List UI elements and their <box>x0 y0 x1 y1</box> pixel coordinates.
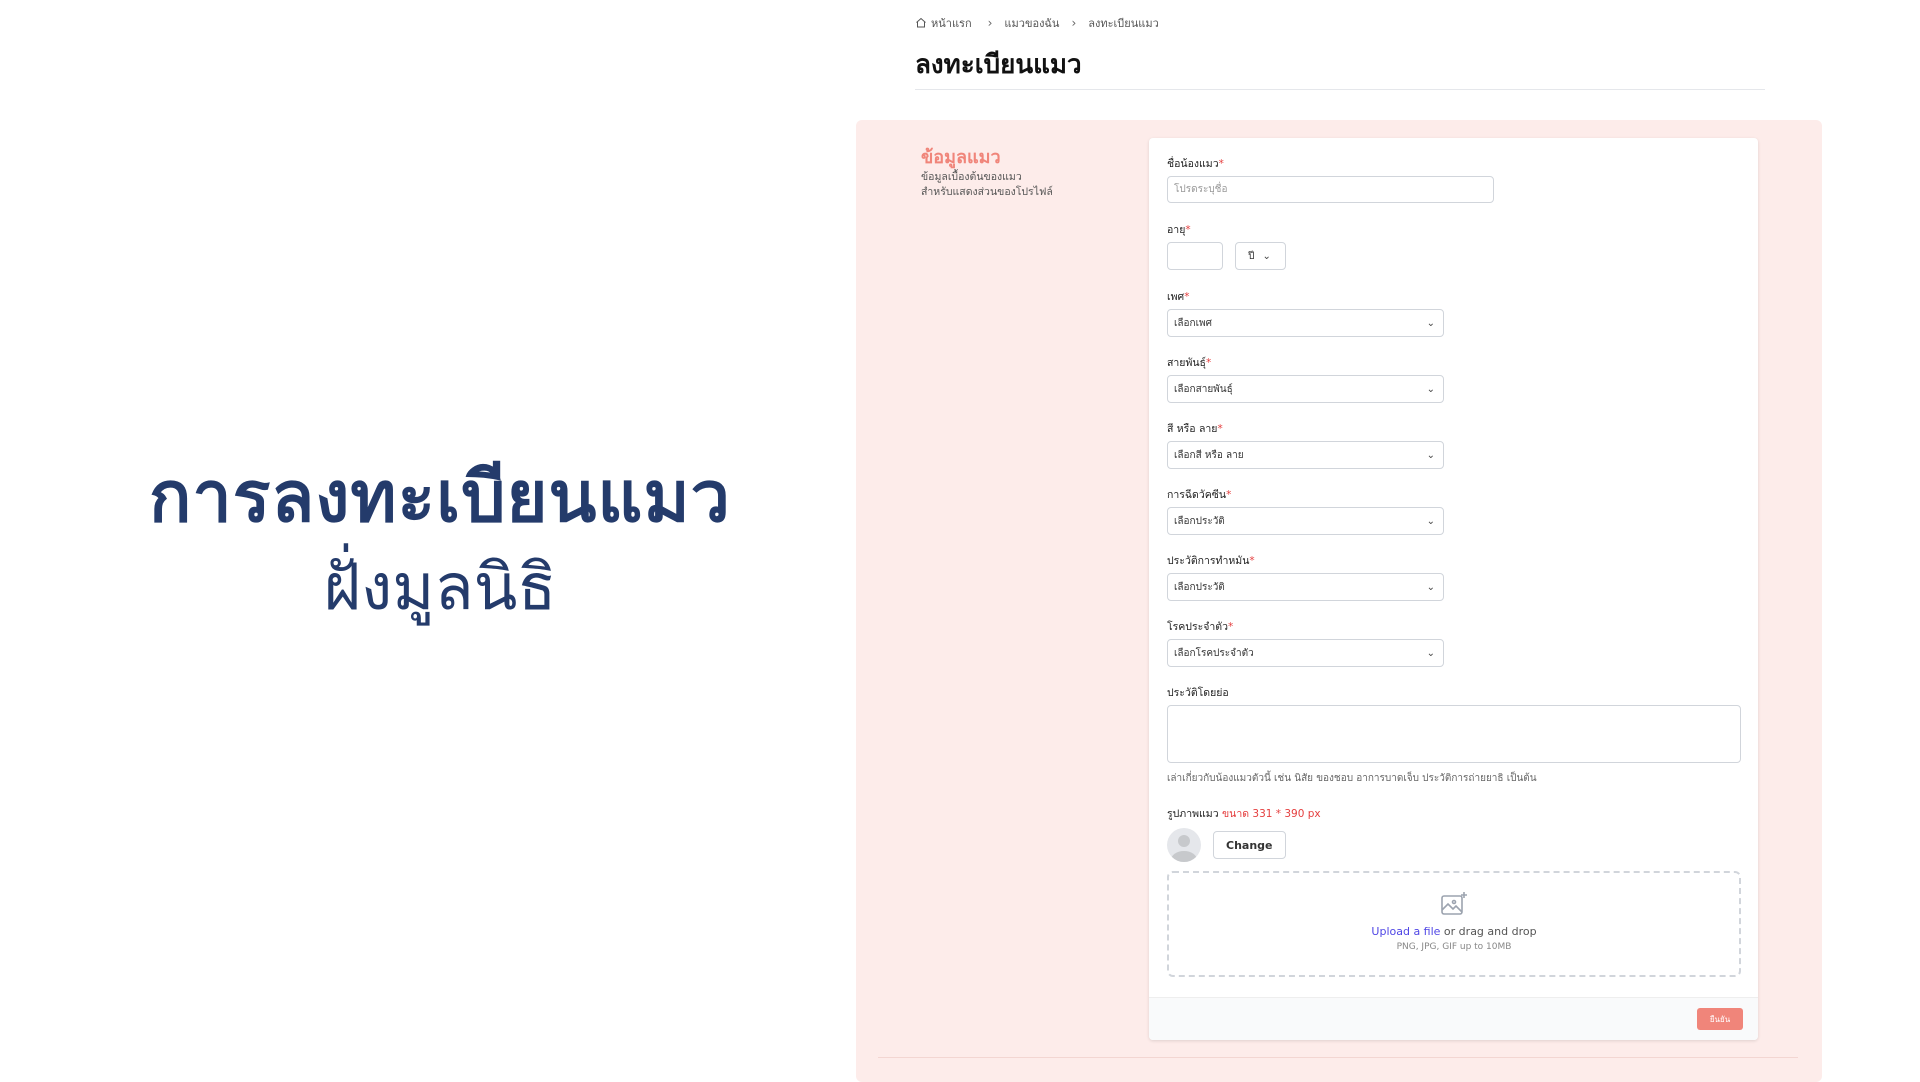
disease-select-value: เลือกโรคประจำตัว <box>1174 647 1254 659</box>
photo-label: รูปภาพแมว ขนาด 331 * 390 px <box>1167 808 1321 820</box>
chevron-down-icon: ⌄ <box>1262 250 1271 262</box>
image-upload-icon <box>1441 892 1467 915</box>
chevron-down-icon: ⌄ <box>1426 449 1435 461</box>
vaccine-select-value: เลือกประวัติ <box>1174 515 1225 527</box>
breadcrumb-home[interactable]: หน้าแรก <box>915 14 972 32</box>
breadcrumb-home-label: หน้าแรก <box>931 17 972 30</box>
form-card: ชื่อน้องแมว* โปรดระบุชื่อ อายุ* ปี ⌄ เพศ… <box>1149 138 1758 1040</box>
chevron-down-icon: ⌄ <box>1426 647 1435 659</box>
breed-select[interactable]: เลือกสายพันธุ์ ⌄ <box>1167 375 1444 403</box>
slide-title-block: การลงทะเบียนแมว ฝั่งมูลนิธิ <box>0 455 880 637</box>
chevron-right-icon: › <box>1071 16 1077 30</box>
bio-label: ประวัติโดยย่อ <box>1167 687 1229 699</box>
disease-select[interactable]: เลือกโรคประจำตัว ⌄ <box>1167 639 1444 667</box>
breed-label: สายพันธุ์* <box>1167 357 1212 369</box>
name-field-group: ชื่อน้องแมว* โปรดระบุชื่อ <box>1167 155 1494 203</box>
disease-field-group: โรคประจำตัว* เลือกโรคประจำตัว ⌄ <box>1167 618 1444 667</box>
color-field-group: สี หรือ ลาย* เลือกสี หรือ ลาย ⌄ <box>1167 420 1444 469</box>
name-label: ชื่อน้องแมว* <box>1167 158 1224 170</box>
divider <box>878 1057 1798 1058</box>
photo-field-group: รูปภาพแมว ขนาด 331 * 390 px Change <box>1167 805 1321 862</box>
form-panel: ข้อมูลแมว ข้อมูลเบื้องต้นของแมว สำหรับแส… <box>856 120 1822 1082</box>
gender-label: เพศ* <box>1167 291 1190 303</box>
chevron-down-icon: ⌄ <box>1426 317 1435 329</box>
age-field-group: อายุ* ปี ⌄ <box>1167 221 1286 270</box>
divider <box>915 89 1765 90</box>
chevron-down-icon: ⌄ <box>1426 383 1435 395</box>
page-title: ลงทะเบียนแมว <box>915 50 1082 80</box>
form-footer: ยืนยัน <box>1149 997 1758 1040</box>
bio-hint: เล่าเกี่ยวกับน้องแมวตัวนี้ เช่น นิสัย ขอ… <box>1167 773 1537 784</box>
breadcrumb-item-register[interactable]: ลงทะเบียนแมว <box>1088 14 1159 32</box>
upload-note: PNG, JPG, GIF up to 10MB <box>1396 942 1512 952</box>
submit-button[interactable]: ยืนยัน <box>1697 1008 1743 1030</box>
upload-dropzone[interactable]: Upload a file or drag and drop PNG, JPG,… <box>1167 871 1741 977</box>
chevron-down-icon: ⌄ <box>1426 515 1435 527</box>
vaccine-label: การฉีดวัคซีน* <box>1167 489 1232 501</box>
breed-select-value: เลือกสายพันธุ์ <box>1174 383 1233 395</box>
age-input[interactable] <box>1167 242 1223 270</box>
sterilization-label: ประวัติการทำหมัน* <box>1167 555 1255 567</box>
chevron-down-icon: ⌄ <box>1426 581 1435 593</box>
color-select[interactable]: เลือกสี หรือ ลาย ⌄ <box>1167 441 1444 469</box>
slide-title: การลงทะเบียนแมว <box>149 456 731 538</box>
sterilization-field-group: ประวัติการทำหมัน* เลือกประวัติ ⌄ <box>1167 552 1444 601</box>
disease-label: โรคประจำตัว* <box>1167 621 1234 633</box>
breadcrumb: หน้าแรก › แมวของฉัน › ลงทะเบียนแมว <box>915 14 1159 32</box>
avatar <box>1167 828 1201 862</box>
age-unit-value: ปี <box>1248 250 1255 262</box>
home-icon <box>916 17 926 28</box>
slide-subtitle: ฝั่งมูลนิธิ <box>323 551 557 625</box>
name-input[interactable]: โปรดระบุชื่อ <box>1167 176 1494 203</box>
breed-field-group: สายพันธุ์* เลือกสายพันธุ์ ⌄ <box>1167 354 1444 403</box>
age-label: อายุ* <box>1167 224 1191 236</box>
upload-file-link[interactable]: Upload a file <box>1371 925 1440 938</box>
vaccine-field-group: การฉีดวัคซีน* เลือกประวัติ ⌄ <box>1167 486 1444 535</box>
sterilization-select-value: เลือกประวัติ <box>1174 581 1225 593</box>
sterilization-select[interactable]: เลือกประวัติ ⌄ <box>1167 573 1444 601</box>
section-desc-line1: ข้อมูลเบื้องต้นของแมว <box>921 171 1022 183</box>
vaccine-select[interactable]: เลือกประวัติ ⌄ <box>1167 507 1444 535</box>
section-desc-line2: สำหรับแสดงส่วนของโปรไฟล์ <box>921 186 1053 198</box>
upload-text: Upload a file or drag and drop <box>1371 925 1537 938</box>
color-label: สี หรือ ลาย* <box>1167 423 1223 435</box>
bio-field-group: ประวัติโดยย่อ เล่าเกี่ยวกับน้องแมวตัวนี้… <box>1167 684 1741 786</box>
breadcrumb-item-mycats[interactable]: แมวของฉัน <box>1004 14 1059 32</box>
gender-select-value: เลือกเพศ <box>1174 317 1212 329</box>
bio-textarea[interactable] <box>1167 705 1741 763</box>
chevron-right-icon: › <box>987 16 993 30</box>
section-title: ข้อมูลแมว <box>921 147 1001 168</box>
section-description: ข้อมูลเบื้องต้นของแมว สำหรับแสดงส่วนของโ… <box>921 170 1121 200</box>
photo-size-note: ขนาด 331 * 390 px <box>1221 808 1321 820</box>
gender-select[interactable]: เลือกเพศ ⌄ <box>1167 309 1444 337</box>
age-unit-select[interactable]: ปี ⌄ <box>1235 242 1286 270</box>
change-photo-button[interactable]: Change <box>1213 831 1286 859</box>
color-select-value: เลือกสี หรือ ลาย <box>1174 449 1244 461</box>
gender-field-group: เพศ* เลือกเพศ ⌄ <box>1167 288 1444 337</box>
user-icon <box>1171 835 1197 862</box>
